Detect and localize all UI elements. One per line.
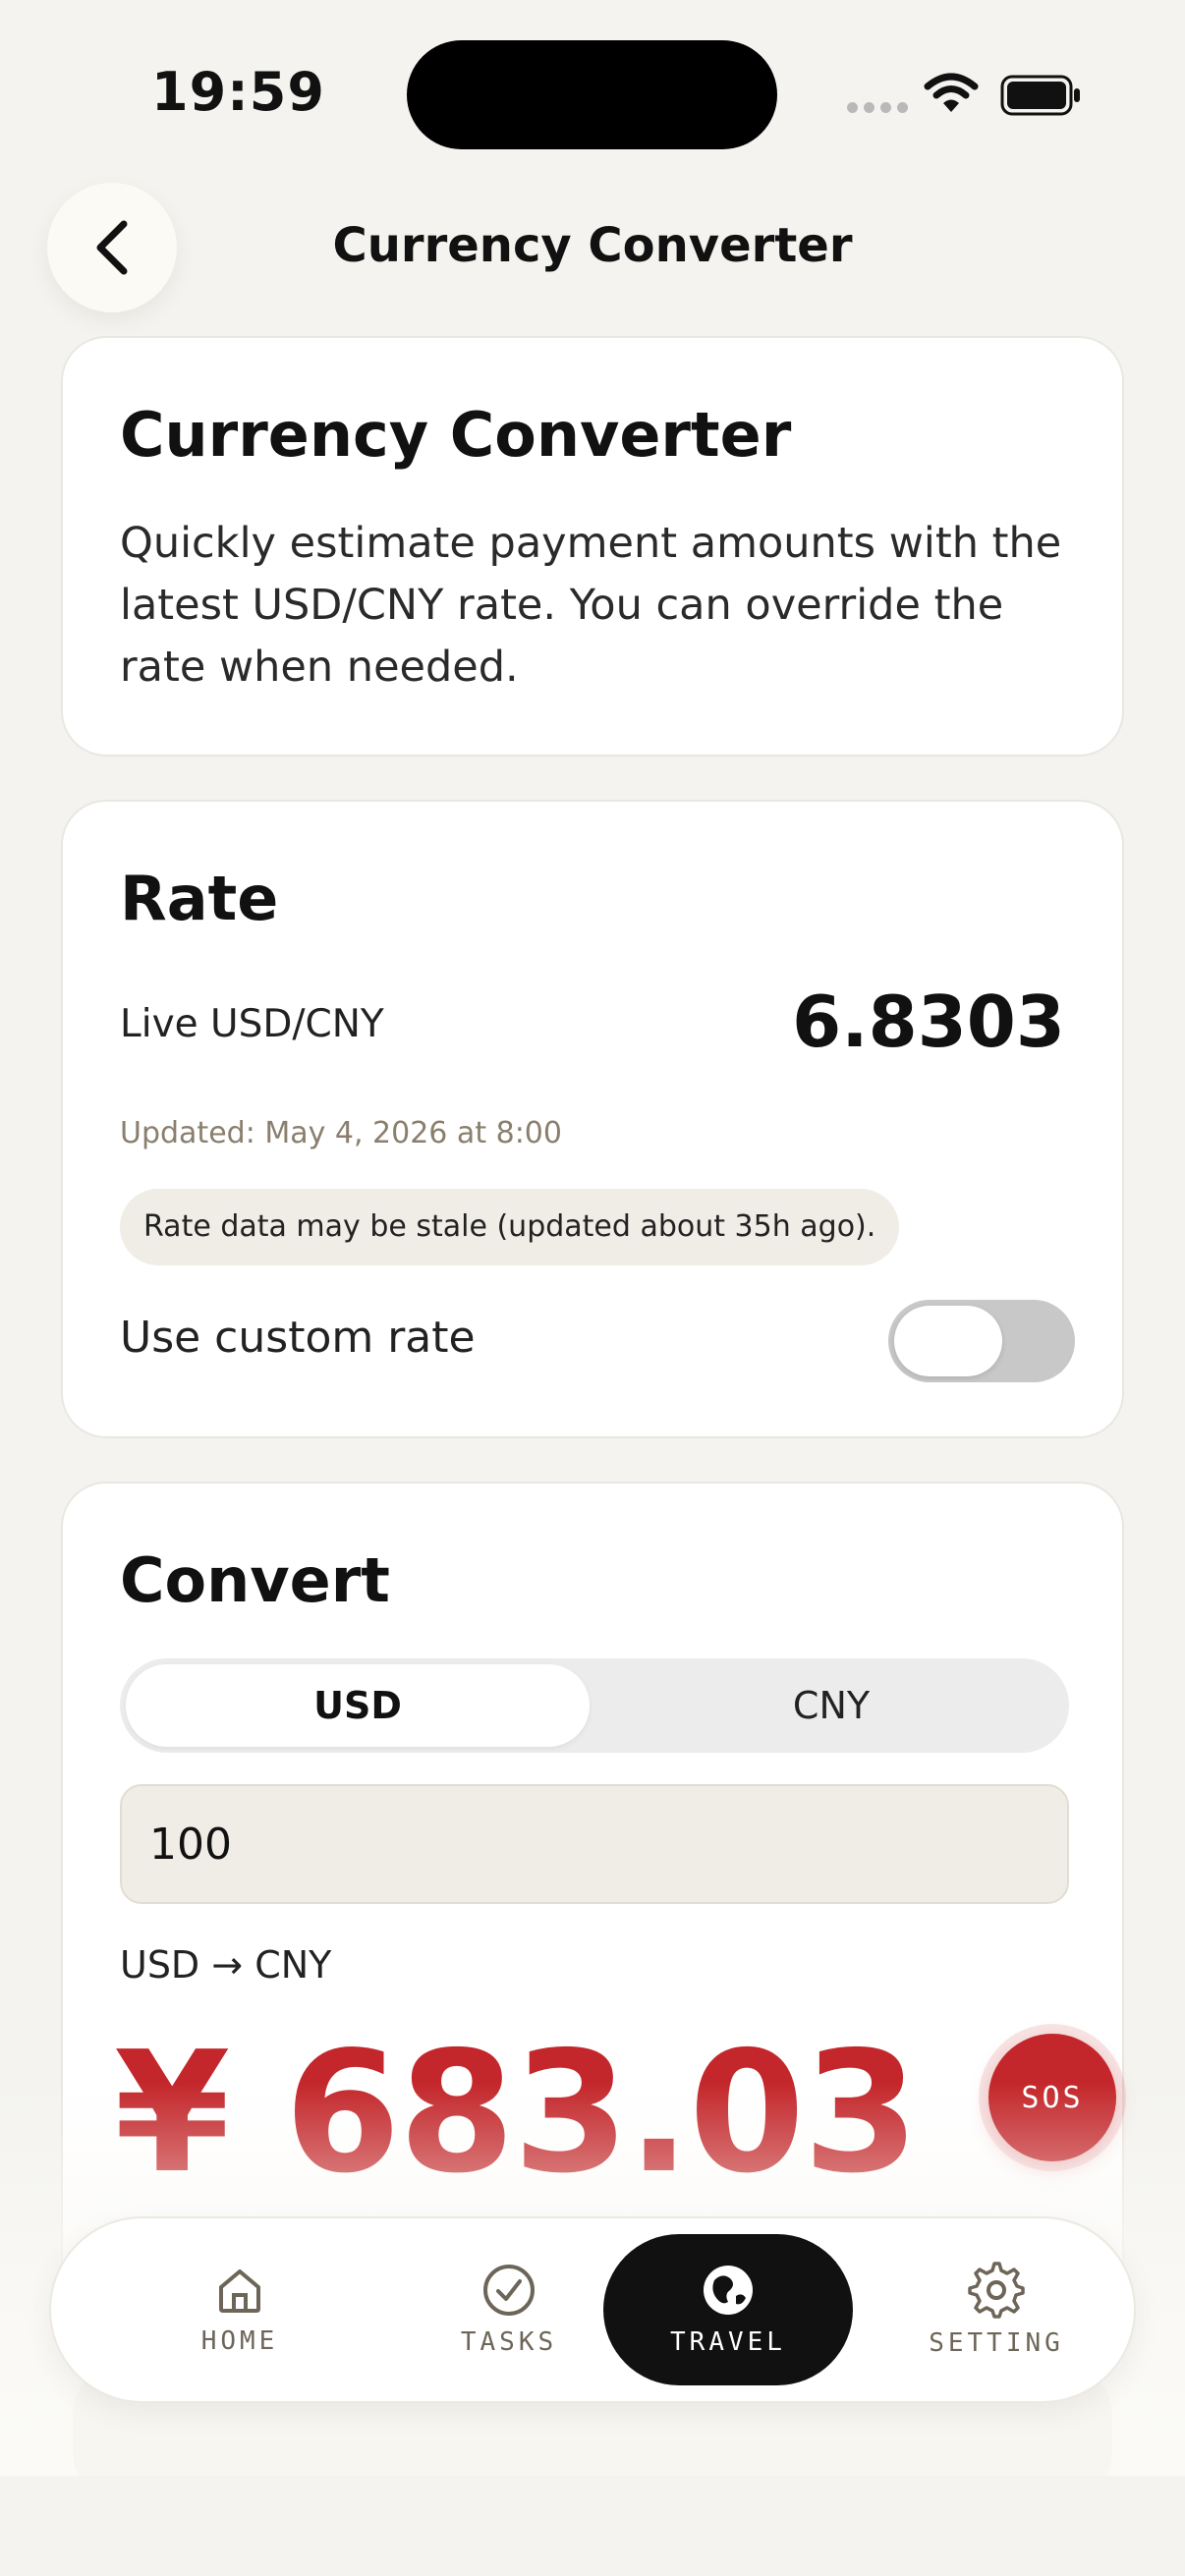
currency-segmented-control: USD CNY (120, 1658, 1069, 1753)
dynamic-island (407, 40, 777, 149)
globe-icon (704, 2266, 753, 2315)
tab-setting[interactable]: SETTING (873, 2234, 1120, 2385)
custom-rate-label: Use custom rate (120, 1313, 476, 1363)
gear-icon (968, 2262, 1025, 2319)
intro-description: Quickly estimate payment amounts with th… (120, 519, 1062, 692)
intro-card: Currency Converter Quickly estimate paym… (61, 336, 1124, 756)
conversion-direction: USD → CNY (120, 1943, 332, 1987)
live-rate-label: Live USD/CNY (120, 1002, 384, 1046)
live-rate-value: 6.8303 (792, 980, 1065, 1063)
status-time: 19:59 (151, 61, 325, 123)
battery-icon (1000, 75, 1080, 116)
rate-card: Rate Live USD/CNY 6.8303 Updated: May 4,… (61, 800, 1124, 1438)
tab-home-label: HOME (200, 2326, 279, 2356)
toggle-knob (894, 1306, 1002, 1376)
updated-timestamp: Updated: May 4, 2026 at 8:00 (120, 1116, 562, 1150)
tab-tasks-label: TASKS (460, 2327, 558, 2357)
intro-heading: Currency Converter (120, 399, 792, 471)
tab-setting-label: SETTING (929, 2328, 1064, 2358)
tab-travel[interactable]: TRAVEL (603, 2234, 853, 2385)
home-icon (219, 2269, 260, 2313)
bottom-strip (0, 2476, 1185, 2576)
wifi-icon (924, 73, 979, 112)
segment-usd[interactable]: USD (126, 1664, 590, 1747)
tab-home[interactable]: HOME (116, 2234, 364, 2385)
tab-travel-label: TRAVEL (670, 2327, 786, 2357)
amount-input[interactable] (120, 1784, 1069, 1904)
tab-bar: HOME TASKS TRAVEL SETTING (49, 2216, 1136, 2403)
custom-rate-toggle[interactable] (888, 1300, 1075, 1382)
check-circle-icon (483, 2265, 535, 2316)
segment-cny[interactable]: CNY (599, 1664, 1063, 1747)
convert-heading: Convert (120, 1544, 390, 1616)
signal-icon (847, 102, 908, 113)
rate-heading: Rate (120, 863, 279, 934)
page-title: Currency Converter (332, 218, 853, 273)
tab-tasks[interactable]: TASKS (385, 2234, 633, 2385)
stale-rate-badge: Rate data may be stale (updated about 35… (120, 1189, 900, 1265)
